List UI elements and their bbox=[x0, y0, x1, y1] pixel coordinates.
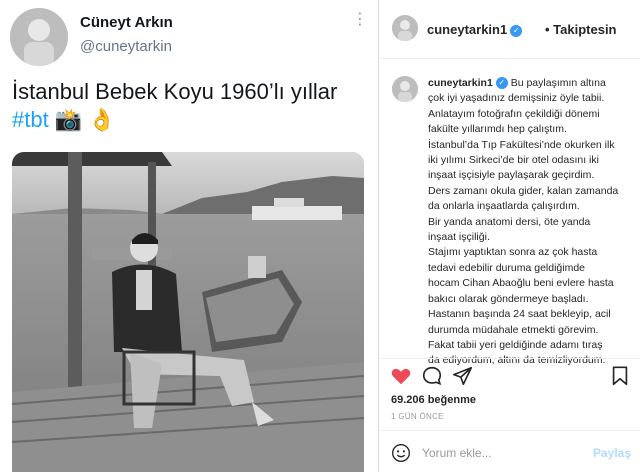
caption-line: durumda müdahale etmekti görevim. bbox=[428, 323, 599, 336]
actions-divider bbox=[379, 358, 640, 359]
follow-status[interactable]: • Takiptesin bbox=[545, 22, 617, 37]
caption-username[interactable]: cuneytarkin1 bbox=[428, 77, 493, 89]
heart-icon[interactable] bbox=[390, 365, 412, 387]
caption-line: inşaat işçiliği. bbox=[428, 231, 490, 244]
caption-line: Bir yanda anatomi dersi, öte yanda bbox=[428, 215, 591, 228]
tweet-avatar[interactable] bbox=[10, 8, 68, 66]
caption-line: Fakat tabii yeri geldiğinde adamı tıraş bbox=[428, 338, 603, 351]
tweet-text: İstanbul Bebek Koyu 1960’lı yıllar #tbt … bbox=[12, 78, 372, 134]
comment-divider bbox=[379, 430, 640, 431]
verified-badge-icon: ✓ bbox=[510, 25, 523, 37]
instagram-post: cuneytarkin1 ✓ • Takiptesin cuneytarkin1 ✓… bbox=[379, 0, 640, 472]
ig-post-header: cuneytarkin1 ✓ • Takiptesin bbox=[379, 0, 640, 59]
verified-badge-icon: ✓ bbox=[495, 77, 508, 89]
camera-emoji-icon: 📸 bbox=[54, 107, 83, 132]
tweet-photo[interactable] bbox=[12, 152, 364, 472]
caption-line: hocam Cihan Abaoğlu beni evlere hasta bbox=[428, 277, 614, 290]
emoji-icon[interactable] bbox=[391, 443, 411, 463]
caption-line: Stajımı yaptıktan sonra az çok hasta bbox=[428, 246, 598, 259]
caption-line: cuneytarkin1 ✓ Bu paylaşımın altına bbox=[428, 76, 634, 91]
ig-username-text[interactable]: cuneytarkin1 bbox=[427, 22, 507, 37]
tweet-card: Cüneyt Arkın @cuneytarkin ⋮ İstanbul Beb… bbox=[0, 0, 378, 472]
caption-line: bakıcı olarak göndermeye başladı. bbox=[428, 292, 589, 305]
caption-line: da onlarla inşaatlarda çalışırdım. bbox=[428, 200, 580, 213]
comment-input[interactable]: Yorum ekle... bbox=[422, 446, 492, 460]
caption-line: inşaat işçisiyle paylaşarak geçirdim. bbox=[428, 169, 595, 182]
caption-line: iki yılımı Sirkeci’de bir otel odasını i… bbox=[428, 154, 599, 167]
comment-icon[interactable] bbox=[421, 365, 443, 387]
tweet-text-line: İstanbul Bebek Koyu 1960’lı yıllar bbox=[12, 79, 338, 104]
caption-line: tedavi edebilir duruma geldiğimde bbox=[428, 261, 586, 274]
tweet-hashtag-line: #tbt 📸 👌 bbox=[12, 106, 372, 134]
ig-caption-avatar[interactable] bbox=[392, 76, 418, 102]
caption-line: Ders zamanı okula gider, kalan zamanda bbox=[428, 184, 619, 197]
post-timestamp[interactable]: 1 GÜN ÖNCE bbox=[391, 412, 444, 421]
tbt-hashtag-link[interactable]: #tbt bbox=[12, 107, 49, 132]
post-comment-button[interactable]: Paylaş bbox=[593, 446, 631, 460]
ig-caption: cuneytarkin1 ✓ Bu paylaşımın altına çok i… bbox=[428, 76, 634, 369]
caption-line: çok iyi yaşadınız demişsiniz öyle tabii. bbox=[428, 92, 605, 105]
caption-line: İstanbul’da Tıp Fakültesi’nde okurken il… bbox=[428, 138, 615, 151]
bookmark-icon[interactable] bbox=[609, 365, 631, 387]
tweet-handle[interactable]: @cuneytarkin bbox=[80, 38, 172, 55]
share-icon[interactable] bbox=[452, 365, 474, 387]
caption-line: Anlatayım fotoğrafın çekildiği dönemi bbox=[428, 107, 600, 120]
caption-text: Bu paylaşımın altına bbox=[510, 77, 606, 89]
tweet-display-name[interactable]: Cüneyt Arkın bbox=[80, 14, 173, 31]
caption-line: fakülte yıllarımdı hep çalıştım. bbox=[428, 123, 567, 136]
more-options-icon[interactable]: ⋮ bbox=[352, 12, 368, 28]
caption-line: Hastanın başında 24 saat bekleyip, acil bbox=[428, 308, 611, 321]
ok-hand-emoji-icon: 👌 bbox=[88, 107, 116, 132]
ig-header-username[interactable]: cuneytarkin1 ✓ bbox=[427, 22, 523, 37]
likes-count[interactable]: 69.206 beğenme bbox=[391, 394, 476, 406]
ig-header-avatar[interactable] bbox=[392, 15, 418, 41]
